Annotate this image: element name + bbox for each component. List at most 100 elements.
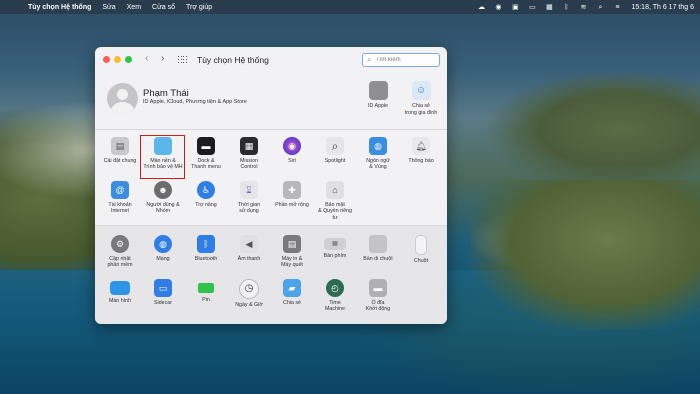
control-center-icon[interactable]: ≡ [613,4,621,11]
siri-icon: ◉ [283,137,301,155]
pref-bluetooth[interactable]: ᛒ Bluetooth [186,235,226,262]
pref-screen-time[interactable]: ⌛︎ Thời gian sử dụng [229,181,269,215]
gear-icon: ⚙︎ [111,235,129,253]
pref-sound[interactable]: ◀︎ Âm thanh [229,235,269,262]
pref-battery[interactable]: Pin [186,279,226,303]
apple-id-label: ID Apple [367,103,389,109]
dock-icon: ▬ [197,137,215,155]
pref-general[interactable]: ▤ Cài đặt chung [100,137,140,164]
pref-internet-accounts[interactable]: @ Tài khoản Internet [100,181,140,215]
minimize-button[interactable] [114,56,121,63]
pref-mission-control[interactable]: ▦ Mission Control [229,137,269,171]
battery-status-icon[interactable]: ▭ [528,4,536,11]
apple-id-pref[interactable]: ID Apple [358,81,398,110]
cloud-icon[interactable]: ☁ [477,4,485,11]
users-icon: ☻ [154,181,172,199]
pref-label: Tài khoản Internet [108,202,132,215]
mouse-icon [415,235,427,255]
wifi-icon[interactable]: ≋ [579,4,587,11]
time-machine-icon: ◴ [326,279,344,297]
search-input[interactable] [376,55,436,64]
pref-label: Phần mở rộng [275,202,309,208]
sharing-icon: ▰ [283,279,301,297]
menu-help[interactable]: Trợ giúp [186,4,212,11]
keyboard-icon: ▦ [324,238,346,250]
pref-sharing[interactable]: ▰ Chia sẻ [272,279,312,306]
family-sharing-label: Chia sẻ trong gia đình [404,103,438,116]
menu-view[interactable]: Xem [127,4,141,11]
highlight-annotation [140,135,185,179]
pref-label: Âm thanh [237,256,261,262]
speaker-icon: ◀︎ [240,235,258,253]
mission-control-icon: ▦ [240,137,258,155]
pref-trackpad[interactable]: Bàn di chuột [358,235,398,262]
show-all-grid-icon[interactable] [178,56,187,64]
pref-displays[interactable]: Màn hình [100,279,140,304]
printer-icon: ▤ [283,235,301,253]
family-icon: ☺ [411,81,431,100]
pref-software-update[interactable]: ⚙︎ Cập nhật phần mềm [100,235,140,269]
hourglass-icon: ⌛︎ [240,181,258,199]
pref-label: Sidecar [154,300,172,306]
pref-sidecar[interactable]: ▭ Sidecar [143,279,183,306]
wallpaper-cliff [470,180,700,330]
pref-spotlight[interactable]: ⌕ Spotlight [315,137,355,164]
search-field[interactable]: ⌕ [362,53,440,67]
pref-time-machine[interactable]: ◴ Time Machine [315,279,355,313]
back-chevron-icon[interactable]: ‹ [145,53,148,65]
pref-label: Ổ đĩa Khởi động [365,300,391,313]
search-status-icon[interactable]: ⌕ [596,4,604,11]
menu-app-name[interactable]: Tùy chọn Hệ thống [28,4,91,11]
pref-language-region[interactable]: ◍ Ngôn ngữ & Vùng [358,137,398,171]
pref-label: Chuột [413,258,429,264]
display-status-icon[interactable]: ▣ [511,4,519,11]
pref-network[interactable]: ◍ Mạng [143,235,183,262]
pref-users-groups[interactable]: ☻ Người dùng & Nhóm [143,181,183,215]
pref-extensions[interactable]: ✚ Phần mở rộng [272,181,312,208]
pref-label: Trợ năng [195,202,217,208]
pref-label: Mission Control [240,158,258,171]
menu-edit[interactable]: Sửa [102,4,115,11]
menubar-clock[interactable]: 15:18, Th 6 17 thg 6 [631,4,694,11]
zoom-button[interactable] [125,56,132,63]
status-app-icon[interactable]: ◉ [494,4,502,11]
pref-label: Chia sẻ [283,300,301,306]
family-sharing-pref[interactable]: ☺ Chia sẻ trong gia đình [401,81,441,117]
bluetooth-status-icon[interactable]: ᛒ [562,4,570,11]
pref-accessibility[interactable]: ♿︎ Trợ năng [186,181,226,208]
pref-label: Thông báo [408,158,434,164]
battery-icon [198,283,214,293]
grid-status-icon[interactable]: ▦ [545,4,553,11]
display-icon [110,281,130,295]
clock-icon: ◷ [239,279,259,299]
spotlight-icon: ⌕ [326,137,344,155]
pref-security-privacy[interactable]: ⌂ Bảo mật & Quyền riêng tư [315,181,355,221]
pref-label: Dock & Thanh menu [191,158,221,171]
pref-label: Time Machine [324,300,346,313]
pref-label: Bàn di chuột [363,256,393,262]
pref-label: Ngôn ngữ & Vùng [366,158,390,171]
pref-label: Mạng [156,256,170,262]
search-icon: ⌕ [367,55,372,64]
menu-window[interactable]: Cửa sổ [152,4,175,11]
pref-date-time[interactable]: ◷ Ngày & Giờ [229,279,269,308]
sidecar-icon: ▭ [154,279,172,297]
pref-printers-scanners[interactable]: ▤ Máy in & Máy quét [272,235,312,269]
accessibility-icon: ♿︎ [197,181,215,199]
user-account-row[interactable]: Phạm Thái ID Apple, iCloud, Phương tiện … [95,79,447,129]
pref-keyboard[interactable]: ▦ Bàn phím [315,235,355,259]
divider [95,129,447,130]
pref-mouse[interactable]: Chuột [401,235,441,264]
language-icon: ◍ [369,137,387,155]
forward-chevron-icon[interactable]: › [161,53,164,65]
divider [95,225,447,226]
pref-label: Bàn phím [323,253,347,259]
pref-label: Cập nhật phần mềm [107,256,133,269]
pref-startup-disk[interactable]: ▬ Ổ đĩa Khởi động [358,279,398,313]
pref-label: Ngày & Giờ [235,302,263,308]
pref-notifications[interactable]: 🔔︎ Thông báo [401,137,441,164]
close-button[interactable] [103,56,110,63]
avatar[interactable] [107,83,138,114]
pref-siri[interactable]: ◉ Siri [272,137,312,164]
pref-dock-menubar[interactable]: ▬ Dock & Thanh menu [186,137,226,171]
